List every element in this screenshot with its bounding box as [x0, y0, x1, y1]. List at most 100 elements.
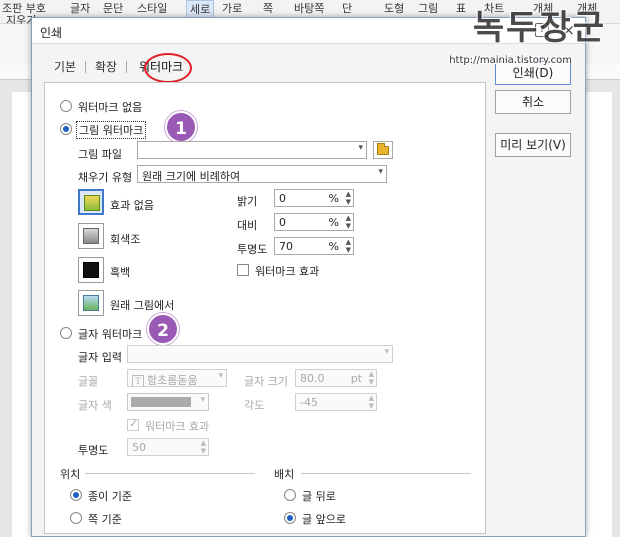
brightness-value: 0 [279, 192, 286, 205]
contrast-label: 대비 [237, 219, 258, 232]
picture-wm-effect-label: 워터마크 효과 [255, 265, 320, 278]
spinner-arrows-icon: ▲ ▼ [345, 238, 351, 254]
no-watermark-radio[interactable] [60, 100, 72, 112]
angle-label: 각도 [244, 399, 265, 412]
tab-separator [126, 61, 127, 73]
menu-item[interactable]: 쪽 [263, 0, 273, 16]
pt-unit: pt [350, 372, 362, 385]
folder-icon [377, 143, 389, 155]
contrast-value: 0 [279, 216, 286, 229]
picture-transparency-value: 70 [279, 240, 293, 253]
spinner-arrows-icon: ▲ ▼ [200, 439, 206, 455]
picture-file-combo[interactable]: ▾ [137, 141, 367, 159]
text-input-label: 글자 입력 [78, 351, 122, 364]
picture-file-label: 그림 파일 [78, 148, 122, 161]
font-combo[interactable]: T 함초롬돋움 ▾ [127, 369, 227, 387]
text-wm-effect-label: 워터마크 효과 [145, 420, 210, 433]
text-input-combo[interactable]: ▾ [127, 345, 393, 363]
fill-type-value: 원래 크기에 비례하여 [142, 170, 241, 183]
arrange-front-label: 글 앞으로 [302, 513, 346, 526]
menu-item[interactable]: 스타일 [137, 0, 167, 16]
angle-spinner[interactable]: -45 ▲ ▼ [295, 393, 377, 411]
text-size-value: 80.0 [300, 372, 325, 385]
spinner-arrows-icon: ▲ ▼ [345, 214, 351, 230]
menu-item[interactable]: 그림 [418, 0, 438, 16]
menu-item[interactable]: 바탕쪽 [294, 0, 324, 16]
fill-type-combo[interactable]: 원래 크기에 비례하여 ▾ [137, 165, 387, 183]
picture-transparency-label: 투명도 [237, 243, 268, 256]
tab-separator [85, 61, 86, 73]
position-title: 위치 [60, 468, 81, 481]
fill-type-label: 채우기 유형 [78, 171, 133, 184]
effect-original-label: 원래 그림에서 [110, 299, 175, 312]
brightness-spinner[interactable]: 0 % ▲ ▼ [274, 189, 354, 207]
grayscale-picture-icon [83, 228, 99, 244]
font-label: 글꼴 [78, 375, 99, 388]
position-page-label: 쪽 기준 [88, 513, 122, 526]
step-badge-2: 2 [147, 313, 179, 345]
arrangement-divider [301, 473, 471, 474]
text-color-picker[interactable]: ▾ [127, 393, 209, 411]
arrange-front-radio[interactable] [284, 512, 296, 524]
color-picture-icon [84, 195, 100, 211]
effect-original-button[interactable] [78, 290, 104, 316]
text-color-label: 글자 색 [78, 399, 112, 412]
angle-value: -45 [300, 396, 318, 409]
text-watermark-radio[interactable] [60, 327, 72, 339]
effect-bw-label: 흑백 [110, 266, 131, 279]
spinner-arrows-icon: ▲ ▼ [345, 190, 351, 206]
black-white-picture-icon [83, 262, 99, 278]
watermark-panel: 워터마크 없음 그림 워터마크 1 그림 파일 ▾ 채우기 유형 원래 크기에 … [44, 82, 486, 534]
percent-unit: % [328, 240, 339, 253]
menu-item[interactable]: 표 [456, 0, 466, 16]
picture-wm-effect-checkbox[interactable] [237, 264, 249, 276]
menu-item[interactable]: 가로 [222, 0, 242, 16]
tab-highlight-circle [144, 53, 192, 83]
chevron-down-icon: ▾ [384, 347, 389, 357]
position-paper-radio[interactable] [70, 489, 82, 501]
step-badge-1: 1 [165, 111, 197, 143]
picture-transparency-spinner[interactable]: 70 % ▲ ▼ [274, 237, 354, 255]
menu-item[interactable]: 세로 [186, 0, 215, 18]
contrast-spinner[interactable]: 0 % ▲ ▼ [274, 213, 354, 231]
arrangement-title: 배치 [274, 468, 295, 481]
position-paper-label: 종이 기준 [88, 490, 132, 503]
tab-extended[interactable]: 확장 [95, 58, 117, 75]
cancel-button[interactable]: 취소 [495, 90, 571, 114]
dialog-title: 인쇄 [40, 26, 63, 40]
position-divider [85, 473, 255, 474]
arrange-behind-label: 글 뒤로 [302, 490, 336, 503]
text-wm-effect-checkbox[interactable] [127, 417, 139, 431]
text-size-label: 글자 크기 [244, 375, 288, 388]
original-picture-icon [83, 295, 99, 311]
text-watermark-label: 글자 워터마크 [78, 328, 143, 341]
effect-grayscale-button[interactable] [78, 223, 104, 249]
effect-none-button[interactable] [78, 189, 104, 215]
chevron-down-icon: ▾ [358, 143, 363, 153]
menu-item[interactable]: 글자 [70, 0, 90, 16]
effect-grayscale-label: 회색조 [110, 233, 141, 246]
arrange-behind-radio[interactable] [284, 489, 296, 501]
effect-bw-button[interactable] [78, 257, 104, 283]
text-transparency-spinner[interactable]: 50 ▲ ▼ [127, 438, 209, 456]
picture-watermark-radio[interactable] [60, 123, 72, 135]
text-size-spinner[interactable]: 80.0 pt ▲ ▼ [295, 369, 377, 387]
position-page-radio[interactable] [70, 512, 82, 524]
percent-unit: % [328, 216, 339, 229]
spinner-arrows-icon: ▲ ▼ [368, 370, 374, 386]
menu-item[interactable]: 단 [342, 0, 352, 16]
picture-watermark-label: 그림 워터마크 [79, 124, 144, 137]
text-transparency-value: 50 [132, 441, 146, 454]
blog-watermark-url: http://mainia.tistory.com [449, 55, 572, 66]
menu-item[interactable]: 도형 [384, 0, 404, 16]
chevron-down-icon: ▾ [200, 395, 205, 405]
percent-unit: % [328, 192, 339, 205]
picture-watermark-label-box: 그림 워터마크 [76, 121, 147, 139]
font-value: 함초롬돋움 [147, 374, 198, 387]
spinner-arrows-icon: ▲ ▼ [368, 394, 374, 410]
blog-watermark-title: 녹두장군 [472, 8, 606, 48]
menu-item[interactable]: 문단 [103, 0, 123, 16]
preview-button[interactable]: 미리 보기(V) [495, 133, 571, 157]
tab-basic[interactable]: 기본 [54, 58, 76, 75]
open-folder-button[interactable] [373, 141, 393, 159]
